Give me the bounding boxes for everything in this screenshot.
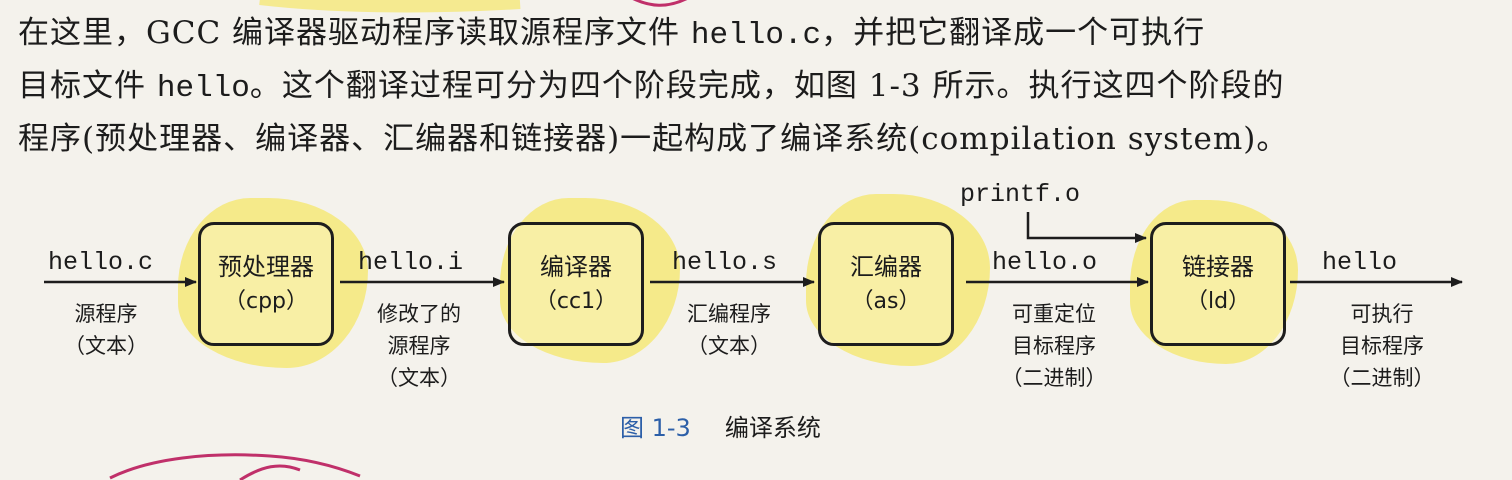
file-label-printf-o: printf.o (960, 180, 1081, 209)
caption-relocatable-object: 可重定位 目标程序 （二进制） (1001, 302, 1107, 390)
figure-number: 图 1-3 (620, 414, 691, 442)
stage-box-compiler: 编译器 （cc1） (508, 222, 644, 346)
stage-name: 编译器 (540, 253, 612, 281)
figure-caption: 图 1-3 编译系统 (620, 408, 821, 443)
stage-code: （ld） (1185, 289, 1251, 314)
figure-title: 编译系统 (724, 414, 821, 442)
stage-box-assembler: 汇编器 （as） (818, 222, 954, 346)
stage-box-preprocessor: 预处理器 （cpp） (198, 222, 334, 346)
stage-name: 链接器 (1182, 253, 1254, 281)
caption-source-program: 源程序 （文本） (64, 302, 148, 358)
file-label-hello-i: hello.i (358, 248, 464, 277)
stage-code: （cc1） (534, 289, 618, 314)
caption-modified-source: 修改了的 源程序 （文本） (377, 302, 461, 390)
file-label-hello: hello (1322, 248, 1398, 277)
stage-name: 汇编器 (850, 253, 922, 281)
caption-assembly-program: 汇编程序 （文本） (687, 302, 771, 358)
arrow-printf (1026, 212, 1147, 243)
caption-executable-object: 可执行 目标程序 （二进制） (1329, 302, 1435, 390)
stage-box-linker: 链接器 （ld） (1150, 222, 1286, 346)
stage-code: （cpp） (223, 289, 309, 314)
stage-code: （as） (851, 289, 921, 314)
file-label-hello-o: hello.o (992, 248, 1098, 277)
file-label-hello-c: hello.c (48, 248, 154, 277)
stage-name: 预处理器 (218, 253, 314, 281)
file-label-hello-s: hello.s (672, 248, 778, 277)
pen-annotation-bottom (109, 453, 361, 480)
